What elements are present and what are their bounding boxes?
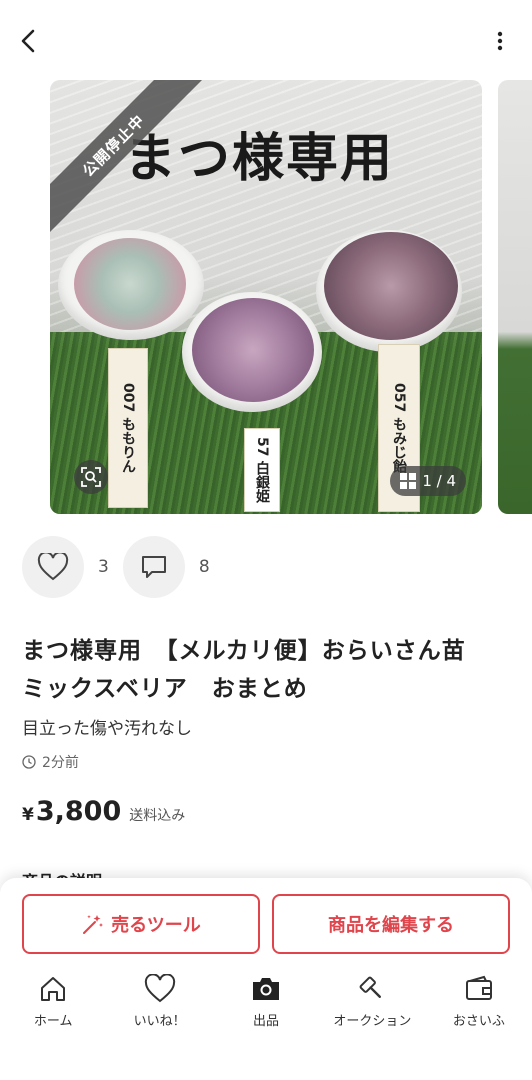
photo-overlay-title: まつ様専用	[124, 129, 395, 189]
top-bar	[0, 0, 532, 80]
currency-symbol: ¥	[22, 805, 34, 825]
like-count: 3	[98, 557, 109, 577]
price-value: 3,800	[35, 796, 122, 827]
nav-auction[interactable]: オークション	[319, 974, 425, 1044]
sell-tool-label: 売るツール	[111, 915, 201, 936]
item-title: まつ様専用 【メルカリ便】おらいさん苗 ミックスベリア おまとめ	[22, 638, 490, 702]
camera-icon	[253, 978, 280, 1000]
bottom-action-sheet: 売るツール 商品を編集する ホーム いいね！ 出品 オークション おさいふ	[0, 878, 532, 1080]
next-photo-peek[interactable]	[498, 80, 532, 514]
nav-sell-label: 出品	[253, 1014, 280, 1029]
price-row: ¥ 3,800 送料込み	[22, 796, 185, 827]
sell-tool-button[interactable]: 売るツール	[22, 894, 260, 954]
zoom-scan-icon	[81, 467, 101, 487]
posted-time: 2分前	[22, 752, 79, 772]
zoom-button[interactable]	[74, 460, 108, 494]
bottom-navigation: ホーム いいね！ 出品 オークション おさいふ	[0, 974, 532, 1044]
clock-icon	[22, 755, 36, 769]
nav-sell[interactable]: 出品	[213, 974, 319, 1044]
like-button[interactable]	[22, 536, 84, 598]
edit-item-label: 商品を編集する	[328, 915, 454, 936]
plant-tag-left: 007 ももりん	[108, 348, 148, 508]
wallet-icon	[465, 975, 492, 1000]
comment-bubble-icon	[141, 556, 166, 578]
succulent-middle	[192, 298, 314, 402]
nav-likes-label: いいね！	[133, 1014, 186, 1029]
comment-count: 8	[198, 557, 210, 577]
nav-home-label: ホーム	[33, 1014, 73, 1029]
nav-likes[interactable]: いいね！	[106, 974, 212, 1044]
chevron-left-icon	[21, 29, 35, 53]
social-row: 3 8	[22, 536, 224, 598]
item-condition: 目立った傷や汚れなし	[22, 719, 192, 739]
succulent-left	[74, 238, 186, 330]
vertical-dots-icon	[497, 31, 503, 51]
photo-counter[interactable]: 1 / 4	[390, 466, 466, 496]
edit-item-button[interactable]: 商品を編集する	[272, 894, 510, 954]
nav-wallet-label: おさいふ	[452, 1014, 505, 1029]
back-button[interactable]	[14, 26, 44, 56]
gavel-icon	[360, 976, 382, 998]
nav-auction-label: オークション	[333, 1014, 412, 1029]
shipping-note: 送料込み	[129, 808, 186, 824]
magic-wand-icon	[83, 915, 104, 934]
succulent-right	[324, 232, 458, 340]
posted-time-text: 2分前	[42, 755, 79, 771]
product-photo[interactable]: まつ様専用 公開停止中 007 ももりん 57 白銀姫 057 もみじ飴 1 /…	[50, 80, 482, 514]
nav-wallet[interactable]: おさいふ	[426, 974, 532, 1044]
comment-button[interactable]	[122, 536, 185, 598]
nav-home[interactable]: ホーム	[0, 974, 106, 1044]
plant-tag-middle: 57 白銀姫	[244, 428, 280, 512]
photo-carousel[interactable]: まつ様専用 公開停止中 007 ももりん 57 白銀姫 057 もみじ飴 1 /…	[0, 80, 532, 514]
heart-outline-icon	[37, 553, 69, 581]
home-icon	[41, 977, 66, 1001]
photo-counter-text: 1 / 4	[422, 472, 456, 490]
grid-icon	[400, 473, 417, 489]
more-options-button[interactable]	[490, 26, 510, 56]
heart-icon	[144, 974, 175, 1003]
